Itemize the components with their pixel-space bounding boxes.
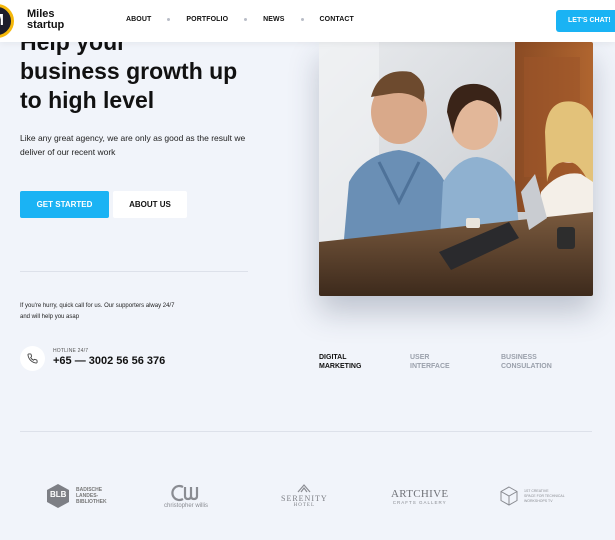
tab-digital-marketing[interactable]: DIGITAL MARKETING [319, 354, 361, 371]
nav-item-portfolio[interactable]: PORTFOLIO [186, 16, 228, 23]
nav-item-news[interactable]: NEWS [263, 16, 284, 23]
logo-text[interactable]: Miles startup [27, 9, 64, 31]
serenity-crest-icon [297, 484, 311, 493]
nav-item-about[interactable]: ABOUT [126, 16, 151, 23]
hero-title-line-3: to high level [20, 87, 155, 113]
phone-icon [27, 353, 38, 364]
tab-line-2: CONSULATION [501, 362, 552, 370]
logo-line-2: startup [27, 19, 65, 31]
cw-name: christopher willis [164, 502, 209, 509]
creative-line-2: SPACE FOR TECHNICAL [524, 493, 565, 498]
main-nav: ABOUT PORTFOLIO NEWS CONTACT [126, 16, 354, 23]
section-divider [20, 431, 592, 432]
phone-button[interactable] [20, 346, 45, 371]
divider [20, 271, 248, 272]
about-us-button[interactable]: ABOUT US [113, 191, 187, 218]
hero-title-line-2: business growth up [20, 58, 238, 84]
support-note: If you're hurry, quick call for us. Our … [20, 301, 220, 323]
nav-item-contact[interactable]: CONTACT [320, 16, 354, 23]
hotline-number[interactable]: +65 — 3002 56 56 376 [53, 355, 165, 367]
blb-mark: BLB [50, 490, 67, 499]
team-photo-illustration [319, 42, 593, 296]
get-started-button[interactable]: GET STARTED [20, 191, 109, 218]
tab-line-1: USER [410, 354, 430, 361]
tab-line-2: MARKETING [319, 362, 362, 370]
blb-line-3: BIBLIOTHEK [76, 499, 107, 505]
nav-separator [167, 18, 171, 21]
logo-mark[interactable]: M [0, 4, 14, 38]
tab-user-interface[interactable]: USER INTERFACE [410, 354, 450, 371]
support-note-line-2: and will help you asap [20, 314, 80, 320]
tab-business-consulation[interactable]: BUSINESS CONSULATION [501, 354, 552, 371]
partner-logo-serenity[interactable]: SERENITY HOTEL [281, 478, 328, 514]
serenity-line-1: SERENITY [281, 494, 328, 503]
hero-description: Like any great agency, we are only as go… [20, 133, 246, 157]
creative-line-3: WORKSHOPS TV [524, 498, 553, 503]
support-note-line-1: If you're hurry, quick call for us. Our … [20, 303, 175, 309]
tab-line-2: INTERFACE [410, 362, 450, 370]
site-header: M Miles startup ABOUT PORTFOLIO NEWS CON… [0, 0, 615, 42]
hotline-label: HOTLINE 24/7 [53, 348, 89, 354]
tab-line-1: BUSINESS [501, 354, 537, 361]
artchive-line-1: ARTCHIVE [391, 487, 449, 500]
tab-line-1: DIGITAL [319, 354, 347, 361]
blb-name: BADISCHE LANDES- BIBLIOTHEK [76, 487, 107, 505]
hero-photo [319, 42, 593, 296]
lets-chat-button[interactable]: LET'S CHAT! [556, 10, 615, 32]
artchive-line-2: CRAFTS GALLERY [392, 499, 447, 505]
creative-space-name: 1ST CREATIVE SPACE FOR TECHNICAL WORKSHO… [524, 489, 565, 504]
partner-logo-christopher-willis[interactable]: christopher willis [164, 478, 208, 514]
serenity-line-2: HOTEL [293, 503, 316, 508]
cube-icon [500, 486, 518, 506]
partner-logo-blb[interactable]: BLB BADISCHE LANDES- BIBLIOTHEK [45, 478, 107, 514]
nav-separator [300, 18, 304, 21]
partner-logo-artchive[interactable]: ARTCHIVE CRAFTS GALLERY [391, 478, 448, 514]
nav-separator [244, 18, 248, 21]
partner-logo-creative-space[interactable]: 1ST CREATIVE SPACE FOR TECHNICAL WORKSHO… [499, 478, 565, 514]
cw-monogram-icon [171, 484, 199, 501]
